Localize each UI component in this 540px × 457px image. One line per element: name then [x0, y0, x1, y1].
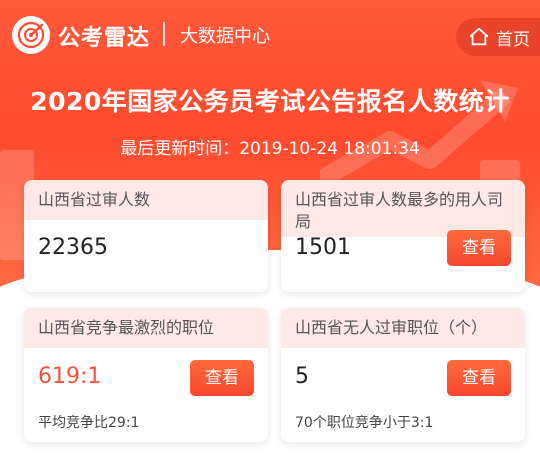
- logo-icon: [12, 16, 50, 54]
- card-value: 1501: [295, 235, 351, 260]
- card-value: 619:1: [38, 364, 102, 389]
- home-label: 首页: [496, 29, 530, 50]
- card-value: 22365: [38, 235, 108, 260]
- card-label: 山西省过审人数最多的用人司局: [281, 180, 525, 237]
- stat-card-approved-count: 山西省过审人数 22365: [24, 180, 268, 292]
- stat-card-no-applicants: 山西省无人过审职位（个） 5 查看 70个职位竞争小于3:1: [281, 308, 525, 442]
- card-label: 山西省过审人数: [24, 180, 268, 220]
- view-button[interactable]: 查看: [447, 230, 511, 266]
- header-subtitle: 大数据中心: [180, 26, 270, 47]
- update-time: 最后更新时间：2019-10-24 18:01:34: [120, 139, 420, 159]
- card-value: 5: [295, 364, 309, 389]
- stat-card-top-department: 山西省过审人数最多的用人司局 1501 查看: [281, 180, 525, 292]
- view-button[interactable]: 查看: [447, 360, 511, 396]
- stat-card-most-competitive: 山西省竞争最激烈的职位 619:1 查看 平均竞争比29:1: [24, 308, 268, 442]
- home-icon: [469, 27, 489, 46]
- view-button[interactable]: 查看: [190, 360, 254, 396]
- logo-text: 公考雷达: [58, 26, 151, 51]
- card-note: 平均竞争比29:1: [38, 415, 140, 431]
- header-divider: [163, 22, 165, 46]
- card-note: 70个职位竞争小于3:1: [295, 415, 434, 431]
- card-label: 山西省无人过审职位（个）: [281, 308, 525, 348]
- top-bar: 公考雷达 大数据中心 首页: [0, 0, 540, 70]
- home-button[interactable]: 首页: [456, 18, 540, 56]
- page-title: 2020年国家公务员考试公告报名人数统计: [30, 87, 510, 116]
- card-label: 山西省竞争最激烈的职位: [24, 308, 268, 348]
